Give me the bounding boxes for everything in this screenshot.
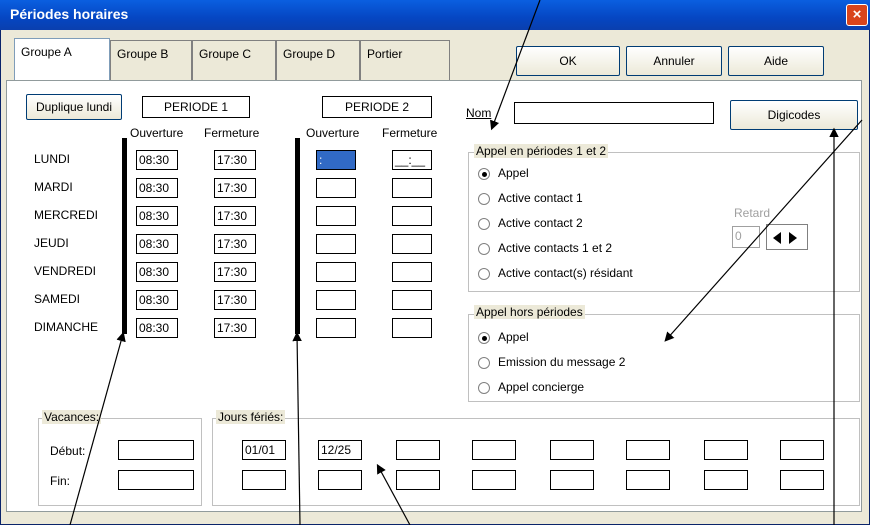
arrow-bar2	[292, 331, 302, 525]
arrow-hors	[664, 119, 863, 342]
arrow-feries	[376, 463, 411, 525]
arrow-nom	[490, 0, 541, 131]
annotation-arrows	[69, 0, 863, 525]
arrow-bar1	[69, 331, 126, 525]
